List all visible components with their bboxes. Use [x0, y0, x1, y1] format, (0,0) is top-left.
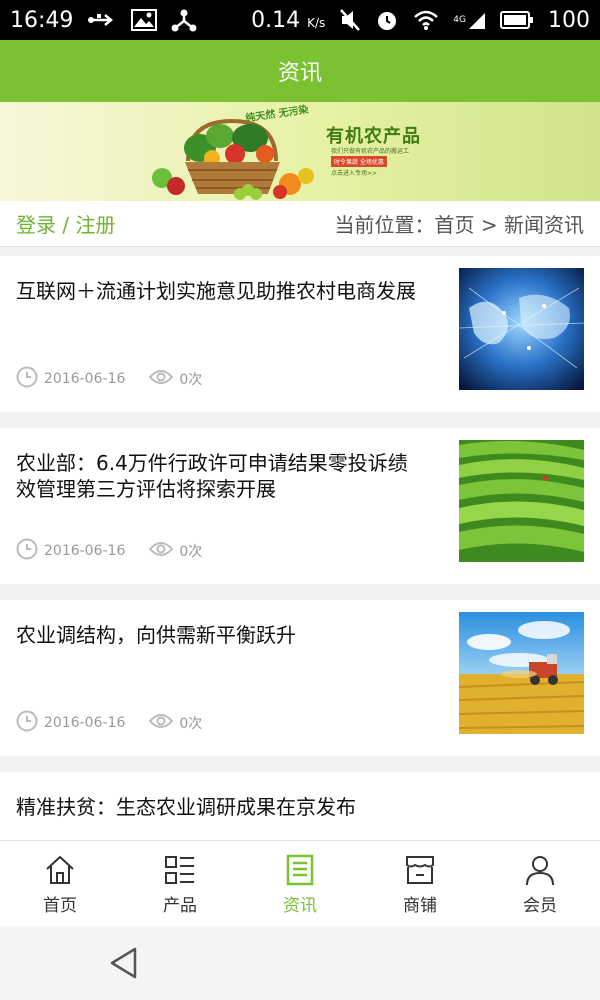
list-icon [165, 855, 194, 884]
clock-icon [16, 710, 38, 736]
news-views: 0次 [179, 716, 203, 732]
network-speed: 0.14 K/s [251, 7, 326, 33]
tab-label: 首页 [43, 895, 77, 916]
news-meta: 2016-06-16 0次 [16, 710, 202, 736]
battery-level: 100 [548, 7, 590, 33]
banner-tag: 时令果蔬 全场优惠 [331, 156, 387, 167]
news-title: 农业调结构，向供需新平衡跃升 [16, 623, 296, 647]
clock-icon [16, 366, 38, 392]
banner-subtitle: 我们只做有机农产品的搬运工 [331, 148, 410, 155]
tab-news[interactable]: 资讯 [240, 841, 360, 927]
news-item[interactable]: 农业部：6.4万件行政许可申请结果零投诉绩效管理第三方评估将探索开展 2016-… [0, 428, 600, 584]
news-date: 2016-06-16 [44, 715, 126, 731]
banner-title: 有机农产品 [326, 126, 421, 147]
news-meta: 2016-06-16 0次 [16, 538, 202, 564]
page-header: 资讯 [0, 40, 600, 102]
eye-icon [149, 713, 174, 733]
mute-icon [339, 8, 361, 32]
status-bar: 16:49 0.14 K/s 4G 100 [0, 0, 600, 40]
alarm-icon [375, 8, 399, 32]
share-icon [171, 8, 197, 32]
news-title: 精准扶贫：生态农业调研成果在京发布 [16, 795, 356, 819]
login-register-link[interactable]: 登录 / 注册 [16, 209, 115, 238]
image-icon [131, 9, 158, 31]
news-thumbnail [459, 440, 584, 562]
status-time: 16:49 [10, 7, 74, 33]
banner-more-link: 点击进入专场>> [331, 170, 378, 177]
eye-icon [149, 541, 174, 561]
usb-icon [87, 11, 117, 29]
news-title: 互联网＋流通计划实施意见助推农村电商发展 [16, 279, 416, 303]
back-button[interactable] [104, 943, 144, 983]
news-title: 农业部：6.4万件行政许可申请结果零投诉绩效管理第三方评估将探索开展 [16, 451, 408, 501]
location-bar: 登录 / 注册 当前位置：首页 > 新闻资讯 [0, 201, 600, 247]
breadcrumb: 当前位置：首页 > 新闻资讯 [334, 213, 584, 237]
tab-home[interactable]: 首页 [0, 841, 120, 927]
eye-icon [149, 369, 174, 389]
news-item[interactable]: 互联网＋流通计划实施意见助推农村电商发展 2016-06-16 0次 [0, 256, 600, 412]
fruit-basket-image [152, 118, 314, 200]
promo-banner[interactable]: 纯天然 无污染 有机农产品 我们只做有机农产品的搬运工 时令果蔬 全场优惠 点击… [0, 102, 600, 201]
back-triangle-icon [110, 947, 137, 979]
news-item[interactable]: 农业调结构，向供需新平衡跃升 2016-06-16 0次 [0, 600, 600, 756]
news-thumbnail [459, 612, 584, 734]
wifi-icon [413, 9, 439, 31]
clock-icon [16, 538, 38, 564]
user-icon [526, 855, 554, 885]
news-date: 2016-06-16 [44, 543, 126, 559]
shop-icon [406, 855, 434, 884]
news-icon [286, 854, 314, 885]
news-thumbnail [459, 268, 584, 390]
tab-label: 产品 [163, 895, 197, 916]
tab-member[interactable]: 会员 [480, 841, 600, 927]
tab-label: 会员 [523, 895, 557, 916]
news-meta: 2016-06-16 0次 [16, 366, 202, 392]
tab-products[interactable]: 产品 [120, 841, 240, 927]
news-views: 0次 [179, 372, 203, 388]
news-date: 2016-06-16 [44, 371, 126, 387]
home-icon [46, 855, 74, 884]
system-nav-bar [0, 926, 600, 1000]
news-views: 0次 [179, 544, 203, 560]
bottom-tab-bar: 首页 产品 资讯 商铺 会员 [0, 840, 600, 927]
signal-icon: 4G [453, 10, 486, 30]
page-title: 资讯 [277, 61, 322, 86]
battery-icon [500, 10, 534, 30]
tab-shops[interactable]: 商铺 [360, 841, 480, 927]
tab-label: 资讯 [283, 895, 317, 916]
news-list: 互联网＋流通计划实施意见助推农村电商发展 2016-06-16 0次 农业部：6… [0, 256, 600, 868]
tab-label: 商铺 [403, 895, 437, 916]
